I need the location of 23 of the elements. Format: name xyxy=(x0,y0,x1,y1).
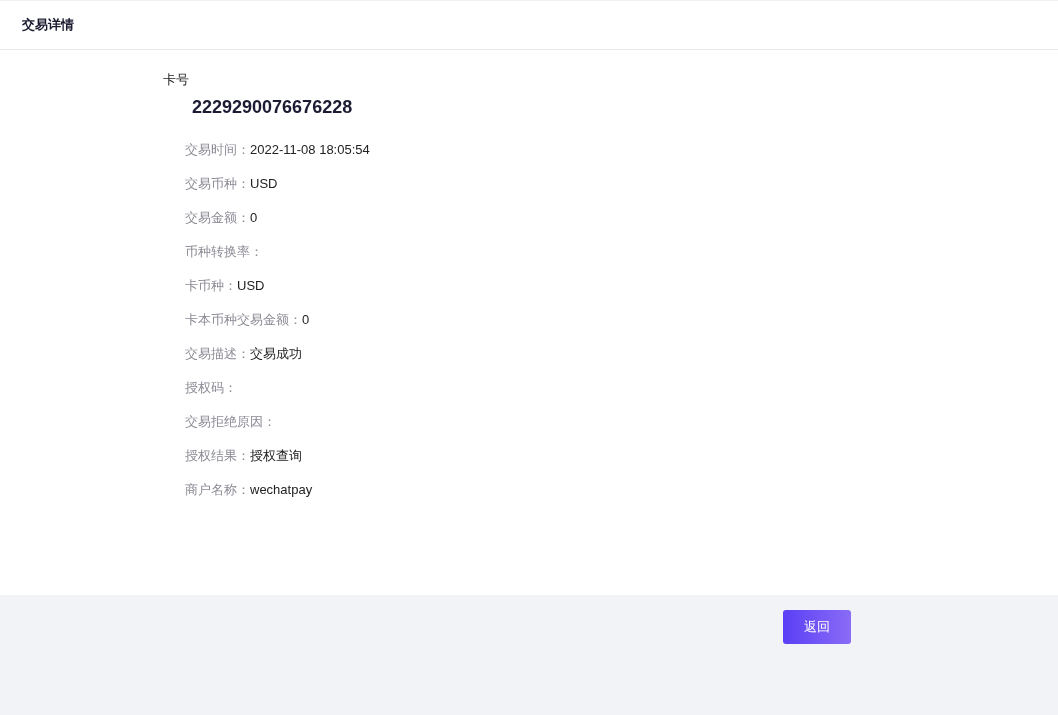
field-label: 币种转换率： xyxy=(185,243,263,260)
field-label: 授权码： xyxy=(185,379,237,396)
field-label: 交易拒绝原因： xyxy=(185,413,276,430)
card-number: 2229290076676228 xyxy=(192,97,353,118)
card-number-label: 卡号 xyxy=(163,71,189,89)
field-value: 授权查询 xyxy=(250,447,302,464)
field-value: 0 xyxy=(302,311,310,328)
field-value: USD xyxy=(250,175,278,192)
field-value: 交易成功 xyxy=(250,345,302,362)
back-button[interactable]: 返回 xyxy=(783,610,851,644)
field-label: 交易币种： xyxy=(185,175,250,192)
field-label: 交易描述： xyxy=(185,345,250,362)
field-value: wechatpay xyxy=(250,481,313,498)
field-value: 0 xyxy=(250,209,258,226)
field-value: USD xyxy=(237,277,265,294)
field-label: 商户名称： xyxy=(185,481,250,498)
field-value: 2022-11-08 18:05:54 xyxy=(250,141,370,158)
field-label: 交易金额： xyxy=(185,209,250,226)
field-label: 交易时间： xyxy=(185,141,250,158)
page-title: 交易详情 xyxy=(22,16,74,34)
field-label: 授权结果： xyxy=(185,447,250,464)
field-label: 卡币种： xyxy=(185,277,237,294)
field-label: 卡本币种交易金额： xyxy=(185,311,302,328)
